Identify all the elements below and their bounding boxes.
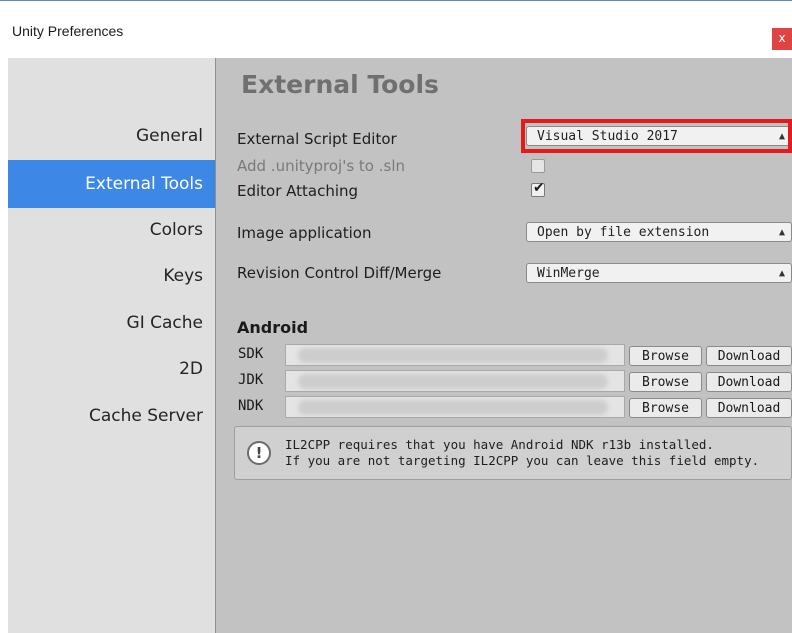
- sidebar-item-keys[interactable]: Keys: [13, 266, 203, 286]
- window-title: Unity Preferences: [12, 23, 124, 39]
- android-heading: Android: [237, 318, 309, 337]
- add-unityproj-checkbox[interactable]: [531, 159, 545, 173]
- ndk-browse-button[interactable]: Browse: [629, 398, 702, 418]
- image-application-dropdown[interactable]: Open by file extension ▲︎: [526, 222, 792, 242]
- editor-attaching-label: Editor Attaching: [237, 182, 359, 200]
- sidebar: General External Tools Colors Keys GI Ca…: [8, 58, 216, 633]
- sidebar-item-external-tools[interactable]: External Tools: [8, 160, 215, 208]
- checkmark-icon: ✔: [533, 180, 545, 196]
- revision-control-label: Revision Control Diff/Merge: [237, 264, 442, 282]
- sidebar-item-general[interactable]: General: [13, 126, 203, 146]
- help-line-1: IL2CPP requires that you have Android ND…: [285, 437, 714, 452]
- jdk-browse-button[interactable]: Browse: [629, 372, 702, 392]
- title-bar: Unity Preferences x: [0, 0, 792, 59]
- dropdown-arrow-icon: ▲︎: [778, 227, 785, 238]
- editor-attaching-checkbox[interactable]: ✔: [531, 180, 545, 197]
- close-button[interactable]: x: [772, 28, 792, 50]
- dropdown-arrow-icon: ▲︎: [778, 268, 785, 279]
- preferences-window: Unity Preferences x General External Too…: [0, 0, 792, 633]
- ndk-label: NDK: [238, 398, 264, 414]
- sdk-path-input[interactable]: [285, 344, 625, 366]
- sdk-download-button[interactable]: Download: [706, 346, 792, 366]
- image-application-label: Image application: [237, 224, 372, 242]
- sidebar-item-colors[interactable]: Colors: [13, 220, 203, 240]
- help-line-2: If you are not targeting IL2CPP you can …: [285, 453, 760, 468]
- jdk-download-button[interactable]: Download: [706, 372, 792, 392]
- info-icon: !: [247, 441, 271, 465]
- ndk-path-input[interactable]: [285, 396, 625, 418]
- sidebar-item-gi-cache[interactable]: GI Cache: [13, 313, 203, 333]
- sidebar-item-cache-server[interactable]: Cache Server: [13, 406, 203, 426]
- jdk-path-input[interactable]: [285, 370, 625, 392]
- il2cpp-help-box: ! IL2CPP requires that you have Android …: [234, 426, 792, 480]
- sdk-label: SDK: [238, 346, 264, 362]
- jdk-label: JDK: [238, 372, 264, 388]
- sdk-browse-button[interactable]: Browse: [629, 346, 702, 366]
- revision-control-dropdown[interactable]: WinMerge ▲︎: [526, 263, 792, 283]
- revision-control-value: WinMerge: [537, 266, 600, 281]
- sidebar-item-2d[interactable]: 2D: [13, 359, 203, 379]
- highlight-box: [521, 119, 792, 153]
- add-unityproj-label: Add .unityproj's to .sln: [237, 157, 406, 175]
- script-editor-label: External Script Editor: [237, 130, 397, 148]
- image-application-value: Open by file extension: [537, 225, 710, 240]
- ndk-download-button[interactable]: Download: [706, 398, 792, 418]
- page-title: External Tools: [241, 70, 439, 99]
